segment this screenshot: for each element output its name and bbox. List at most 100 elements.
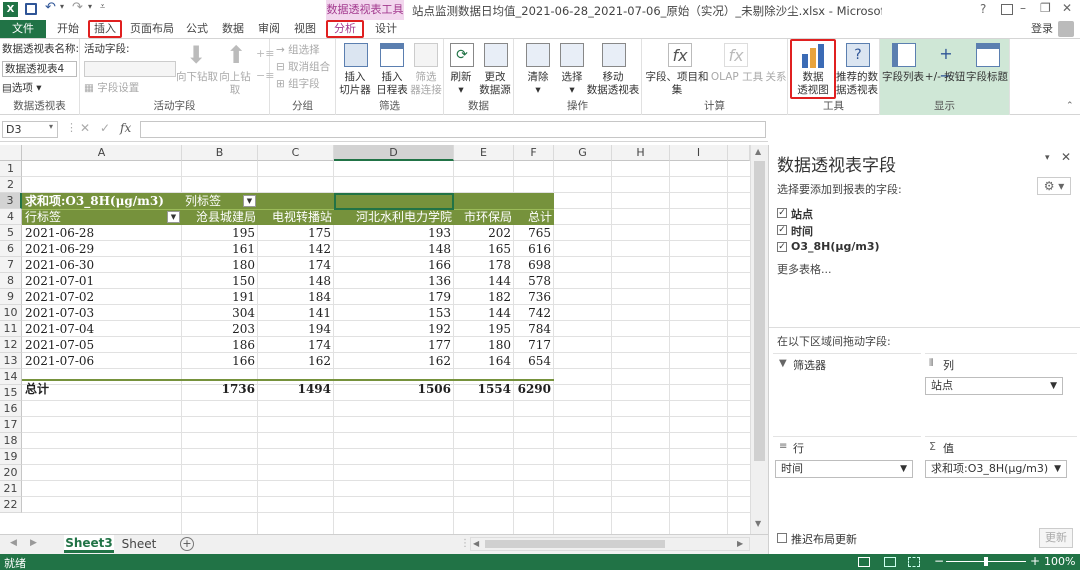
redo-dropdown-icon[interactable]: ▾ (88, 2, 92, 11)
row-header[interactable]: 21 (0, 481, 22, 497)
pivot-row-date[interactable]: 2021-06-29 (25, 241, 185, 257)
pivot-value-cell[interactable]: 195 (454, 321, 514, 337)
row-header[interactable]: 13 (0, 353, 22, 369)
pivot-value-cell[interactable]: 698 (514, 257, 554, 273)
collapse-ribbon-icon[interactable]: ⌃ (1066, 101, 1074, 111)
col-header-i[interactable]: I (670, 145, 728, 161)
pivot-value-cell[interactable]: 765 (514, 225, 554, 241)
pivot-value-cell[interactable]: 161 (182, 241, 258, 257)
tab-design[interactable]: 设计 (370, 20, 402, 38)
pane-splitter[interactable] (769, 327, 1080, 328)
row-filter-dropdown-icon[interactable]: ▼ (167, 211, 180, 223)
pivot-header-col-b[interactable]: 沧县城建局 (182, 209, 258, 225)
pivot-value-cell[interactable]: 191 (182, 289, 258, 305)
pivot-value-cell[interactable]: 175 (258, 225, 334, 241)
cancel-icon[interactable]: ✕ (80, 121, 90, 135)
pivot-value-cell[interactable]: 136 (334, 273, 454, 289)
row-header[interactable]: 8 (0, 273, 22, 289)
pivot-value-cell[interactable]: 578 (514, 273, 554, 289)
pivot-value-cell[interactable]: 194 (258, 321, 334, 337)
row-header[interactable]: 22 (0, 497, 22, 513)
pivot-value-cell[interactable]: 177 (334, 337, 454, 353)
pivot-value-cell[interactable]: 150 (182, 273, 258, 289)
tab-formulas[interactable]: 公式 (182, 20, 212, 38)
values-field-dropdown-icon[interactable]: ▼ (1054, 461, 1061, 477)
values-field-o3-sum[interactable]: 求和项:O3_8H(μg/m3) ▼ (925, 460, 1067, 478)
row-header[interactable]: 18 (0, 433, 22, 449)
pivot-value-cell[interactable]: 174 (258, 337, 334, 353)
pivot-value-cell[interactable]: 654 (514, 353, 554, 369)
row-header[interactable]: 15 (0, 385, 22, 401)
pivot-column-label[interactable]: 列标签 (185, 193, 221, 209)
pivot-value-cell[interactable]: 174 (258, 257, 334, 273)
row-header[interactable]: 5 (0, 225, 22, 241)
tab-home[interactable]: 开始 (52, 20, 84, 38)
restore-button[interactable]: ❐ (1040, 1, 1051, 15)
pivot-name-input[interactable]: 数据透视表4 (2, 61, 77, 77)
pivot-value-cell[interactable]: 144 (454, 273, 514, 289)
pivot-value-cell[interactable]: 195 (182, 225, 258, 241)
row-header[interactable]: 6 (0, 241, 22, 257)
insert-timeline-button[interactable]: 插入 日程表 (372, 71, 412, 97)
col-header-g[interactable]: G (554, 145, 612, 161)
defer-update-checkbox[interactable] (777, 533, 787, 543)
pivot-row-date[interactable]: 2021-07-05 (25, 337, 185, 353)
column-filter-dropdown-icon[interactable]: ▼ (243, 195, 256, 207)
redo-icon[interactable]: ↷ (72, 0, 83, 15)
hscroll-right-icon[interactable]: ▶ (737, 539, 743, 548)
pivot-value-cell[interactable]: 141 (258, 305, 334, 321)
row-header[interactable]: 3 (0, 193, 22, 209)
recommended-pivot-button[interactable]: 推荐的数 据透视表 (832, 71, 882, 97)
enter-icon[interactable]: ✓ (100, 121, 110, 135)
pivot-value-cell[interactable]: 162 (258, 353, 334, 369)
col-header-f[interactable]: F (514, 145, 554, 161)
tab-analyze[interactable]: 分析 (326, 20, 364, 38)
zoom-level[interactable]: 100% (1044, 555, 1075, 568)
pivot-row-date[interactable]: 2021-07-01 (25, 273, 185, 289)
columns-field-dropdown-icon[interactable]: ▼ (1050, 378, 1057, 394)
row-header[interactable]: 11 (0, 321, 22, 337)
pane-close-icon[interactable]: ✕ (1061, 150, 1071, 164)
ribbon-display-icon[interactable] (1001, 4, 1013, 15)
tab-split-grip-icon[interactable]: ⋮ (460, 538, 470, 549)
field-checkbox-time[interactable]: ✓ (777, 225, 787, 235)
field-label-o3[interactable]: O3_8H(μg/m3) (791, 240, 880, 253)
row-header[interactable]: 9 (0, 289, 22, 305)
pivot-value-cell[interactable]: 202 (454, 225, 514, 241)
pivot-row-date[interactable]: 2021-07-03 (25, 305, 185, 321)
pivot-value-cell[interactable]: 165 (454, 241, 514, 257)
tab-view[interactable]: 视图 (290, 20, 320, 38)
pane-tools-gear-icon[interactable]: ⚙ ▾ (1037, 177, 1071, 195)
pivot-row-date[interactable]: 2021-07-02 (25, 289, 185, 305)
pivot-value-cell[interactable]: 144 (454, 305, 514, 321)
col-header-d[interactable]: D (334, 145, 454, 161)
pivot-value-cell[interactable]: 182 (454, 289, 514, 305)
pivot-value-cell[interactable]: 203 (182, 321, 258, 337)
close-button[interactable]: ✕ (1062, 1, 1072, 15)
insert-function-icon[interactable]: fx (120, 121, 131, 135)
pane-options-dropdown-icon[interactable]: ▾ (1045, 153, 1050, 163)
field-label-station[interactable]: 站点 (791, 206, 813, 222)
group-selection-button[interactable]: → 组选择 (276, 44, 320, 57)
tab-data[interactable]: 数据 (218, 20, 248, 38)
pivot-total-col-b[interactable]: 1736 (182, 381, 258, 397)
row-header[interactable]: 1 (0, 161, 22, 177)
olap-tools-button[interactable]: OLAP 工具 (708, 71, 766, 84)
pivotchart-button[interactable]: 数据 透视图 (792, 71, 834, 97)
zoom-in-icon[interactable]: + (1030, 554, 1040, 568)
pivot-total-col-e[interactable]: 1554 (454, 381, 514, 397)
row-header[interactable]: 16 (0, 401, 22, 417)
pivot-value-cell[interactable]: 717 (514, 337, 554, 353)
zoom-slider-thumb[interactable] (984, 557, 988, 566)
row-header[interactable]: 12 (0, 337, 22, 353)
pivot-value-cell[interactable]: 180 (454, 337, 514, 353)
pivot-header-col-f[interactable]: 总计 (514, 209, 554, 225)
pivot-value-cell[interactable]: 784 (514, 321, 554, 337)
rows-field-time[interactable]: 时间 ▼ (775, 460, 913, 478)
avatar[interactable] (1058, 21, 1074, 37)
pivot-value-cell[interactable]: 193 (334, 225, 454, 241)
pivot-row-label[interactable]: 行标签 (25, 209, 61, 225)
pivot-value-cell[interactable]: 184 (258, 289, 334, 305)
page-layout-view-icon[interactable] (884, 557, 896, 567)
minimize-button[interactable]: – (1020, 1, 1026, 15)
